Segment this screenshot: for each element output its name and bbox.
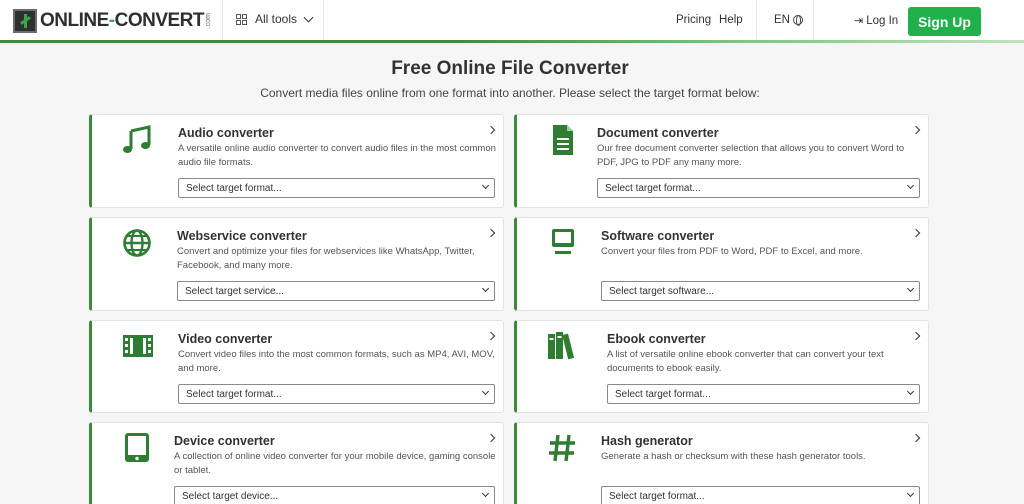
film-icon [123,335,153,357]
target-format-select[interactable]: Select target format... [178,178,495,198]
card-title: Device converter [174,434,275,448]
card-description: Convert and optimize your files for webs… [177,246,475,271]
login-label: Log In [866,14,899,27]
logo-domain: .com [205,13,213,29]
card-description: A list of versatile online ebook convert… [607,349,884,374]
pricing-link[interactable]: Pricing [676,14,711,26]
select-value: Select target service... [185,285,284,297]
target-software-select[interactable]: Select target software... [601,281,920,301]
login-icon: ⇥ [854,15,864,27]
chevron-right-icon [911,125,921,135]
card-device-converter[interactable]: Device converter A collection of online … [89,422,504,504]
card-description: Our free document converter selection th… [597,143,905,168]
header-divider [222,0,223,42]
target-service-select[interactable]: Select target service... [177,281,495,301]
card-description: A versatile online audio converter to co… [178,143,496,168]
globe-icon [792,15,803,26]
header-divider [813,0,814,42]
help-link[interactable]: Help [719,14,743,26]
chevron-down-icon [906,181,915,190]
chevron-down-icon [481,181,490,190]
target-device-select[interactable]: Select target device... [174,486,495,504]
card-title: Ebook converter [607,332,706,346]
language-selector[interactable]: EN [774,14,803,26]
chevron-down-icon [481,284,490,293]
card-description: Convert video files into the most common… [178,349,495,374]
chevron-down-icon [906,387,915,396]
chevron-right-icon [911,228,921,238]
tablet-icon [125,433,149,462]
card-ebook-converter[interactable]: Ebook converter A list of versatile onli… [514,320,929,413]
chevron-right-icon [911,331,921,341]
all-tools-menu[interactable]: All tools [236,12,314,26]
select-value: Select target format... [186,182,282,194]
chevron-right-icon [486,125,496,135]
chevron-down-icon [906,284,915,293]
target-format-select[interactable]: Select target format... [607,384,920,404]
chevron-down-icon [906,489,915,498]
logo-text: ONLINE-CONVERT [40,10,205,31]
books-icon [548,332,575,360]
top-header: ONLINE-CONVERT .com All tools Pricing He… [0,0,1024,42]
globe-icon [123,229,151,257]
chevron-right-icon [486,331,496,341]
card-document-converter[interactable]: Document converter Our free document con… [514,114,929,208]
monitor-icon [552,229,574,254]
target-format-select[interactable]: Select target format... [597,178,920,198]
chevron-down-icon [481,489,490,498]
card-video-converter[interactable]: Video converter Convert video files into… [89,320,504,413]
select-value: Select target device... [182,490,279,502]
document-icon [553,125,573,155]
card-title: Webservice converter [177,229,307,243]
header-divider [323,0,324,42]
chevron-right-icon [911,433,921,443]
page-subtitle: Convert media files online from one form… [260,86,760,100]
language-label: EN [774,14,790,26]
signup-button[interactable]: Sign Up [908,7,981,36]
select-value: Select target format... [186,388,282,400]
select-value: Select target format... [615,388,711,400]
music-note-icon [123,125,151,153]
card-title: Document converter [597,126,719,140]
site-logo[interactable]: ONLINE-CONVERT .com [13,9,212,33]
login-link[interactable]: ⇥ Log In [854,14,899,28]
chevron-down-icon [481,387,490,396]
card-webservice-converter[interactable]: Webservice converter Convert and optimiz… [89,217,504,311]
chevron-down-icon [303,12,314,22]
card-description: Convert your files from PDF to Word, PDF… [601,246,863,257]
card-description: Generate a hash or checksum with these h… [601,451,866,462]
chevron-right-icon [486,228,496,238]
card-hash-generator[interactable]: Hash generator Generate a hash or checks… [514,422,929,504]
target-format-select[interactable]: Select target format... [601,486,920,504]
card-title: Hash generator [601,434,693,448]
target-format-select[interactable]: Select target format... [178,384,495,404]
chevron-right-icon [486,433,496,443]
card-title: Video converter [178,332,273,346]
page-title: Free Online File Converter [391,58,629,79]
hash-icon [549,434,575,462]
grid-icon [236,13,247,25]
card-title: Audio converter [178,126,274,140]
logo-mark-icon [13,9,37,33]
card-description: A collection of online video converter f… [174,451,496,476]
all-tools-label: All tools [255,12,298,26]
header-divider [756,0,757,42]
header-accent-bar [0,40,1024,43]
card-software-converter[interactable]: Software converter Convert your files fr… [514,217,929,311]
select-value: Select target format... [605,182,701,194]
card-title: Software converter [601,229,715,243]
select-value: Select target format... [609,490,705,502]
card-audio-converter[interactable]: Audio converter A versatile online audio… [89,114,504,208]
select-value: Select target software... [609,285,715,297]
